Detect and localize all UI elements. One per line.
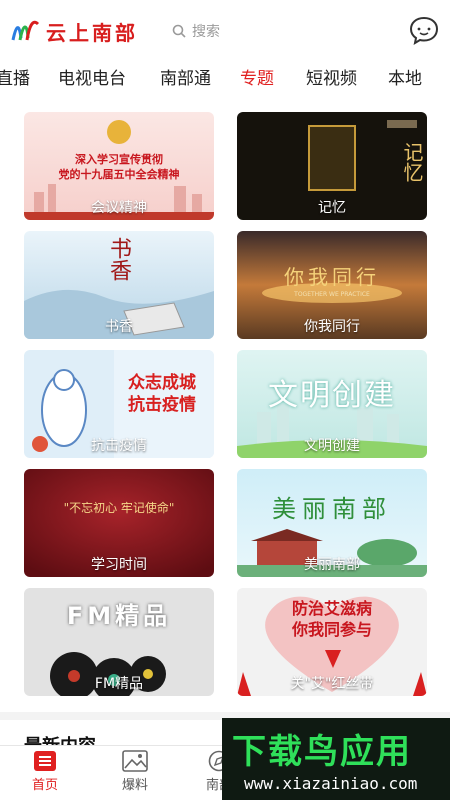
topic-caption: 抗击疫情 bbox=[91, 438, 147, 454]
topic-card-memory[interactable]: 记忆 记忆 bbox=[237, 112, 427, 220]
tab-nanbutong[interactable]: 南部通 bbox=[160, 64, 211, 89]
watermark-url: www.xiazainiao.com bbox=[244, 774, 418, 793]
tab-topics[interactable]: 专题 bbox=[240, 64, 274, 89]
home-list-icon bbox=[34, 751, 56, 771]
watermark-title: 下载鸟应用 bbox=[232, 732, 412, 772]
search-box[interactable]: 搜索 bbox=[172, 19, 220, 43]
nav-tipoff-label: 爆料 bbox=[121, 778, 148, 793]
topic-card-book-fragrance[interactable]: 书香 书香 bbox=[24, 231, 214, 339]
topic-caption: 书香 bbox=[105, 319, 133, 335]
fight-epidemic-headline: 众志成城 抗击疫情 bbox=[128, 373, 196, 415]
watermark-overlay: 下载鸟应用 www.xiazainiao.com bbox=[222, 718, 450, 800]
topic-caption: 学习时间 bbox=[91, 557, 147, 573]
search-placeholder: 搜索 bbox=[192, 24, 220, 40]
logo-mark-icon bbox=[11, 20, 40, 41]
chat-bubble-icon[interactable] bbox=[408, 14, 440, 46]
topic-caption: FM精品 bbox=[94, 676, 144, 692]
beautiful-nanbu-headline: 美丽南部 bbox=[272, 495, 392, 523]
nav-tipoff[interactable]: 爆料 bbox=[100, 750, 170, 793]
tab-live[interactable]: 直播 bbox=[0, 64, 30, 89]
app-header: 云上南部 搜索 bbox=[0, 0, 450, 60]
topic-caption: 记忆 bbox=[318, 200, 346, 216]
topic-caption: 你我同行 bbox=[304, 319, 360, 335]
nav-home[interactable]: 首页 bbox=[10, 750, 80, 793]
tab-tv-radio[interactable]: 电视电台 bbox=[58, 64, 126, 89]
memory-headline: 记忆 bbox=[400, 142, 424, 182]
topic-caption: 会议精神 bbox=[91, 200, 147, 216]
topic-card-fight-epidemic[interactable]: 众志成城 抗击疫情 抗击疫情 bbox=[24, 350, 214, 458]
topic-card-red-ribbon[interactable]: 防治艾滋病 你我同参与 关"艾"红丝带 bbox=[237, 588, 427, 696]
topic-card-study-time[interactable]: "不忘初心 牢记使命" 学习时间 bbox=[24, 469, 214, 577]
topic-caption: 美丽南部 bbox=[304, 557, 360, 573]
meeting-spirit-headline: 深入学习宣传贯彻 党的十九届五中全会精神 bbox=[58, 153, 180, 181]
topic-caption: 文明创建 bbox=[304, 438, 360, 454]
topic-caption: 关"艾"红丝带 bbox=[290, 676, 374, 692]
search-icon bbox=[172, 24, 186, 38]
topic-card-civilization[interactable]: 文明创建 文明创建 bbox=[237, 350, 427, 458]
topic-card-meeting-spirit[interactable]: 深入学习宣传贯彻 党的十九届五中全会精神 会议精神 bbox=[24, 112, 214, 220]
book-fragrance-headline: 书香 bbox=[106, 237, 131, 281]
logo-text: 云上南部 bbox=[46, 20, 138, 45]
civilization-headline: 文明创建 bbox=[268, 378, 396, 413]
study-time-headline: "不忘初心 牢记使命" bbox=[63, 501, 175, 515]
topic-card-together[interactable]: 你我同行 TOGETHER WE PRACTICE 你我同行 bbox=[237, 231, 427, 339]
image-icon bbox=[122, 750, 148, 772]
tab-short-video[interactable]: 短视频 bbox=[306, 64, 357, 89]
red-ribbon-headline: 防治艾滋病 你我同参与 bbox=[291, 599, 372, 639]
category-tabs: 直播 电视电台 南部通 专题 短视频 本地 bbox=[0, 60, 450, 94]
together-headline: 你我同行 bbox=[284, 265, 380, 289]
topic-card-fm-quality[interactable]: FM精品 FM精品 bbox=[24, 588, 214, 696]
together-subtitle: TOGETHER WE PRACTICE bbox=[294, 291, 370, 298]
fm-quality-headline: FM精品 bbox=[66, 602, 172, 630]
app-logo[interactable]: 云上南部 bbox=[10, 14, 138, 48]
tab-local[interactable]: 本地 bbox=[388, 64, 422, 89]
nav-home-label: 首页 bbox=[31, 778, 58, 793]
topic-card-beautiful-nanbu[interactable]: 美丽南部 美丽南部 bbox=[237, 469, 427, 577]
